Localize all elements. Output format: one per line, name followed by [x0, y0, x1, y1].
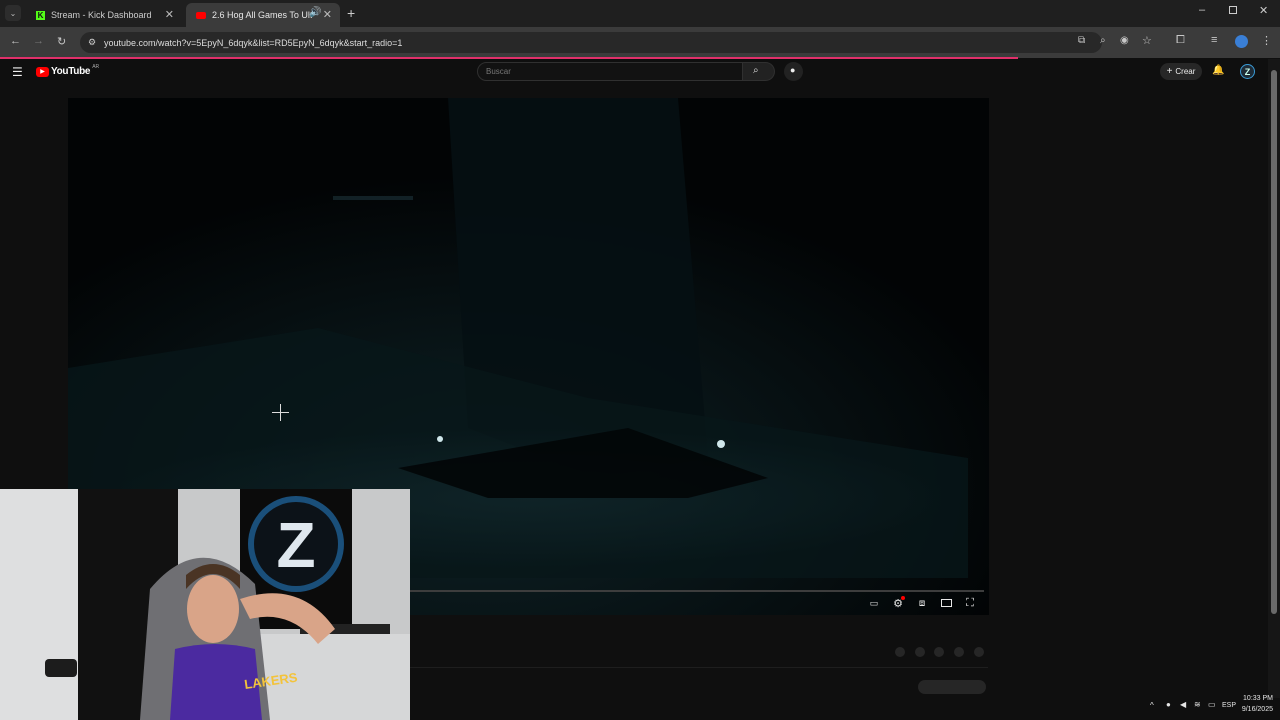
- theater-mode-icon[interactable]: [939, 596, 953, 610]
- miniplayer-icon[interactable]: ⧈: [915, 596, 929, 610]
- close-tab-icon[interactable]: ✕: [165, 8, 174, 21]
- divider: [410, 667, 988, 668]
- scrollbar-thumb[interactable]: [1271, 70, 1277, 614]
- kebab-menu-icon[interactable]: ⋮: [1261, 34, 1272, 47]
- extensions-icon[interactable]: ⧠: [1176, 34, 1185, 47]
- system-tray: ^ ● ◀ ≋ ▭ ESP 10:33 PM 9/16/2025: [1140, 692, 1280, 720]
- youtube-logo[interactable]: ▶ YouTube AR: [36, 63, 100, 77]
- webcam-feed: Z LAKERS: [0, 489, 410, 720]
- tab-kick-dashboard[interactable]: K Stream - Kick Dashboard ✕: [26, 3, 182, 27]
- clock-date[interactable]: 9/16/2025: [1237, 706, 1273, 713]
- bookmark-star-icon[interactable]: ☆: [1142, 34, 1152, 47]
- audio-playing-icon[interactable]: 🔊: [309, 7, 321, 18]
- youtube-play-icon: ▶: [36, 66, 49, 77]
- tab-title: 2.6 Hog All Games To Ultim: [212, 10, 312, 20]
- tab-title: Stream - Kick Dashboard: [51, 10, 152, 20]
- tab-youtube[interactable]: 2.6 Hog All Games To Ultim 🔊 ✕: [186, 3, 340, 27]
- microphone-tray-icon[interactable]: ●: [1166, 700, 1171, 709]
- new-tab-button[interactable]: +: [347, 5, 355, 21]
- search-button[interactable]: ⌕: [743, 62, 775, 81]
- notifications-bell-icon[interactable]: 🔔: [1212, 65, 1224, 76]
- webcam-overlay: Z LAKERS: [0, 489, 410, 720]
- voice-search-button[interactable]: ●: [784, 62, 803, 81]
- video-progress-bar[interactable]: [410, 590, 984, 592]
- network-icon[interactable]: ▭: [1208, 700, 1216, 709]
- kick-favicon-icon: K: [36, 10, 45, 20]
- search-icon: ⌕: [753, 65, 759, 76]
- chevron-up-icon[interactable]: ^: [1150, 701, 1154, 710]
- close-window-button[interactable]: ✕: [1259, 4, 1268, 17]
- media-control-icon[interactable]: ≡: [1211, 34, 1217, 46]
- youtube-logo-text: YouTube: [51, 66, 91, 77]
- zoom-icon[interactable]: ⌕: [1100, 35, 1106, 46]
- carousel-dot[interactable]: [915, 647, 925, 657]
- speaker-icon[interactable]: ≋: [1194, 700, 1201, 709]
- fullscreen-icon[interactable]: ⛶: [963, 596, 977, 610]
- microphone-icon: ●: [790, 65, 796, 75]
- input-language[interactable]: ESP: [1222, 702, 1236, 709]
- address-bar[interactable]: ⚙ youtube.com/watch?v=5EpyN_6dqyk&list=R…: [80, 32, 1102, 53]
- profile-avatar[interactable]: [1235, 35, 1248, 48]
- carousel-dot[interactable]: [974, 647, 984, 657]
- settings-gear-icon[interactable]: ⚙: [891, 596, 905, 610]
- site-info-icon[interactable]: ⚙: [88, 37, 96, 48]
- search-input[interactable]: Buscar: [477, 62, 743, 81]
- back-arrow-icon[interactable]: ←: [10, 35, 21, 47]
- forward-arrow-icon[interactable]: →: [33, 35, 44, 47]
- eye-slash-icon[interactable]: ◉: [1120, 35, 1129, 46]
- restore-button[interactable]: [1229, 6, 1237, 14]
- placeholder-button[interactable]: [918, 680, 986, 694]
- carousel-dot[interactable]: [895, 647, 905, 657]
- channel-avatar[interactable]: Z: [1240, 64, 1255, 79]
- carousel-dot[interactable]: [934, 647, 944, 657]
- carousel-dot[interactable]: [954, 647, 964, 657]
- install-app-icon[interactable]: ⧉: [1078, 35, 1085, 46]
- youtube-favicon-icon: [196, 11, 206, 19]
- region-code: AR: [92, 63, 100, 70]
- crosshair-cursor-icon: [272, 404, 289, 421]
- tab-strip: ⌄ K Stream - Kick Dashboard ✕ 2.6 Hog Al…: [0, 0, 1280, 27]
- create-button[interactable]: + Crear: [1160, 63, 1202, 80]
- tab-search-button[interactable]: ⌄: [5, 5, 21, 21]
- create-label: Crear: [1175, 67, 1196, 76]
- channel-logo-z: Z: [276, 509, 315, 581]
- hamburger-menu-icon[interactable]: ☰: [12, 65, 23, 79]
- volume-icon[interactable]: ◀: [1180, 700, 1186, 709]
- reload-icon[interactable]: ↻: [57, 35, 66, 48]
- subtitles-icon[interactable]: ▭: [867, 596, 881, 610]
- clock-time[interactable]: 10:33 PM: [1239, 695, 1273, 702]
- url-text: youtube.com/watch?v=5EpyN_6dqyk&list=RD5…: [104, 37, 403, 48]
- minimize-button[interactable]: –: [1199, 4, 1205, 16]
- close-tab-icon[interactable]: ✕: [323, 8, 332, 21]
- plus-icon: +: [1166, 66, 1173, 77]
